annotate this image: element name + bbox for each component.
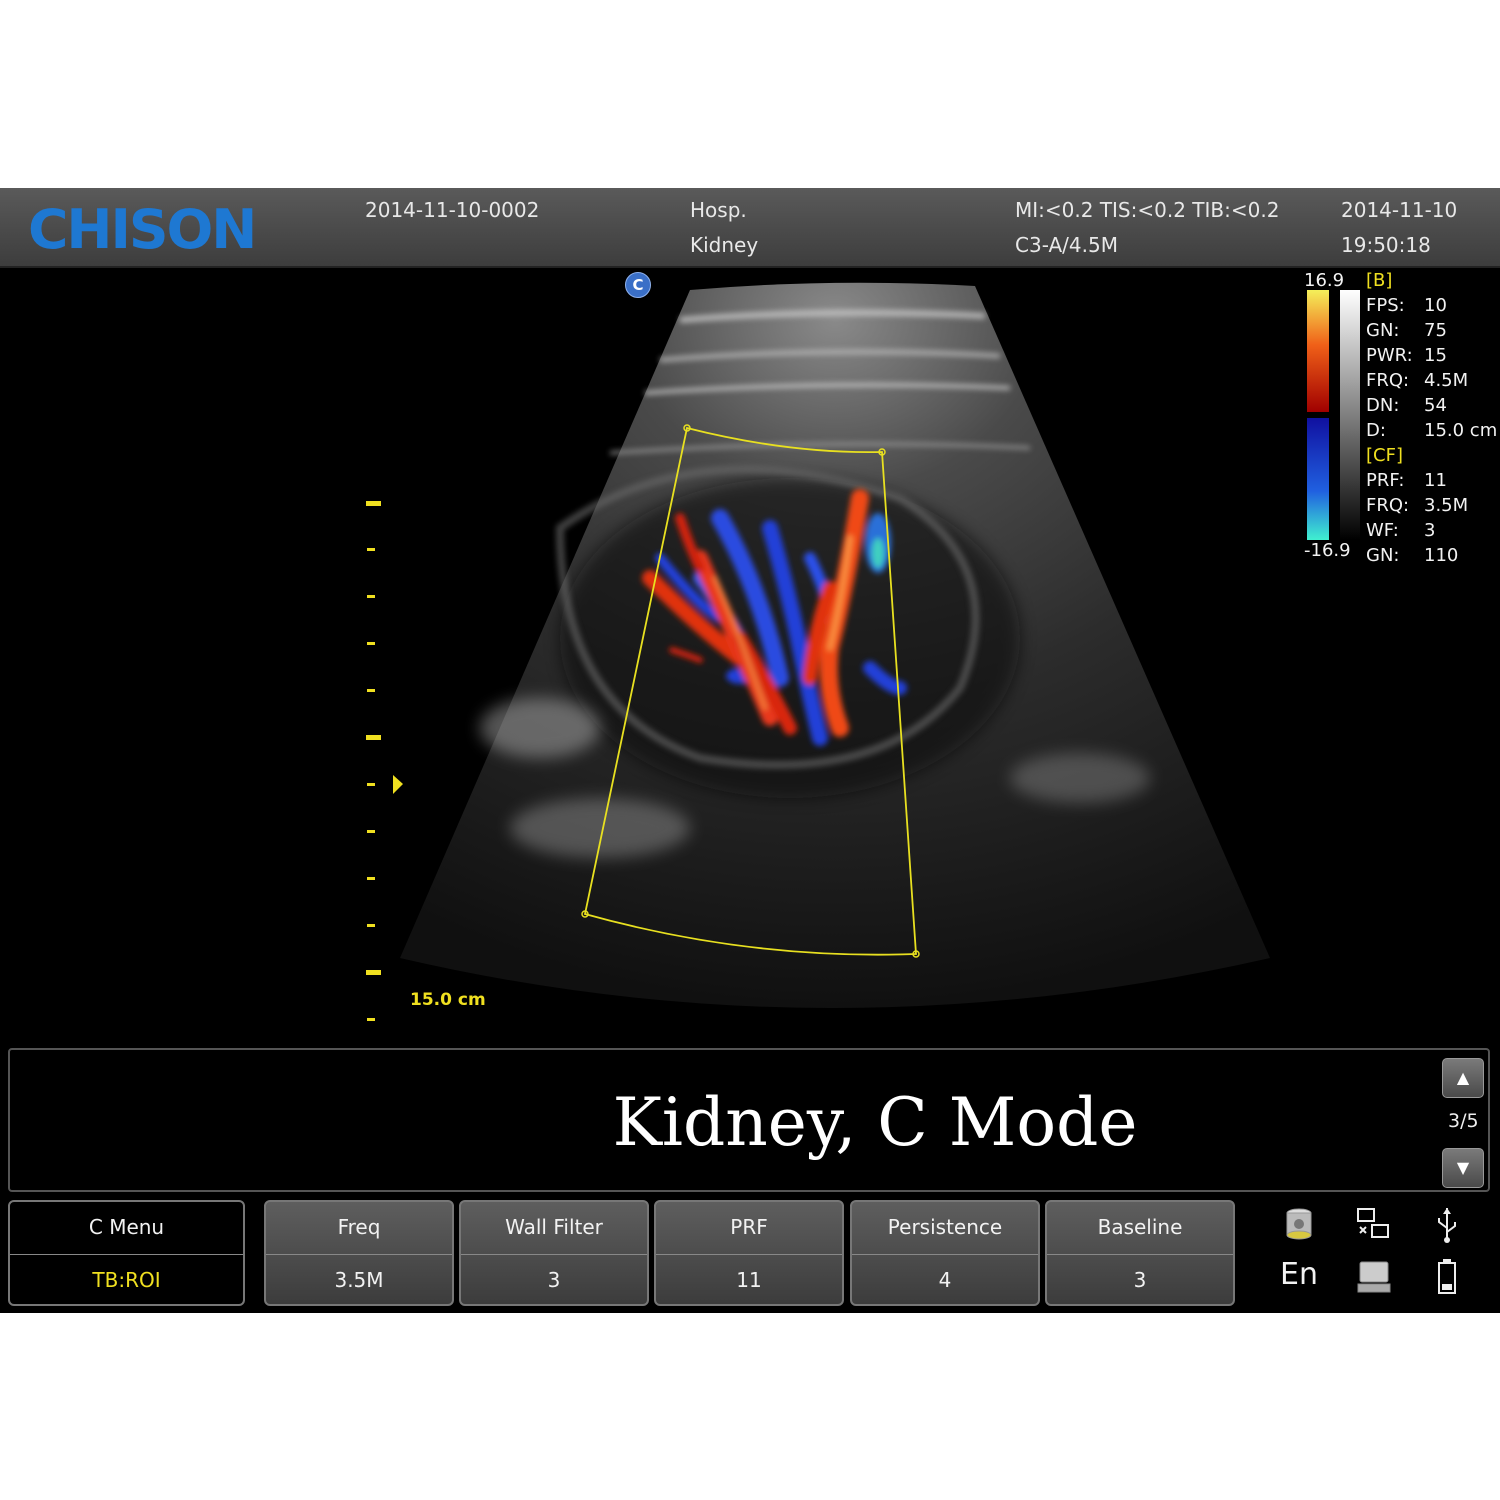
trackball-mode: TB:ROI xyxy=(92,1268,161,1292)
button-value: 11 xyxy=(736,1268,762,1292)
focus-marker-icon xyxy=(393,775,403,794)
param-value: 4.5M xyxy=(1424,370,1469,391)
param-label: PWR: xyxy=(1366,345,1413,366)
language-indicator[interactable]: En xyxy=(1280,1257,1318,1292)
param-label: FPS: xyxy=(1366,295,1405,316)
exam-type: Kidney xyxy=(690,233,759,257)
network-icon xyxy=(1357,1208,1389,1238)
menu-title: C Menu xyxy=(10,1202,243,1255)
param-label: D: xyxy=(1366,420,1386,441)
disk-icon xyxy=(1286,1208,1312,1240)
button-label: Wall Filter xyxy=(461,1202,647,1255)
usb-icon xyxy=(1438,1208,1456,1243)
button-label: Persistence xyxy=(852,1202,1038,1255)
probe-info: C3-A/4.5M xyxy=(1015,233,1118,257)
button-value: 3.5M xyxy=(334,1268,384,1292)
param-value: 75 xyxy=(1424,320,1447,341)
button-value: 3 xyxy=(1133,1268,1147,1292)
param-value: 15.0 cm xyxy=(1424,420,1498,441)
param-label: GN: xyxy=(1366,545,1400,566)
param-label: FRQ: xyxy=(1366,495,1410,516)
button-label: Freq xyxy=(266,1202,452,1255)
param-label: WF: xyxy=(1366,520,1399,541)
color-mode-badge-icon: C xyxy=(625,272,651,298)
brand-logo: CHISON xyxy=(28,198,257,261)
prf-button[interactable]: PRF 11 xyxy=(654,1200,844,1306)
button-label: Baseline xyxy=(1047,1202,1233,1255)
exam-time: 19:50:18 xyxy=(1341,233,1431,257)
gray-scale-bar xyxy=(1340,290,1360,540)
button-label: PRF xyxy=(656,1202,842,1255)
header-bar: CHISON 2014-11-10-0002 Hosp. Kidney MI:<… xyxy=(0,188,1500,268)
caption-bar: Kidney, C Mode ▲ 3/5 ▼ xyxy=(8,1048,1490,1192)
button-value: 4 xyxy=(938,1268,952,1292)
battery-icon xyxy=(1438,1259,1456,1294)
cf-mode-header: [CF] xyxy=(1366,445,1403,466)
depth-label: 15.0 cm xyxy=(410,990,486,1010)
param-label: DN: xyxy=(1366,395,1400,416)
baseline-button[interactable]: Baseline 3 xyxy=(1045,1200,1235,1306)
param-value: 54 xyxy=(1424,395,1447,416)
color-scale-negative xyxy=(1307,418,1329,540)
param-value: 3.5M xyxy=(1424,495,1469,516)
wall-filter-button[interactable]: Wall Filter 3 xyxy=(459,1200,649,1306)
param-value: 3 xyxy=(1424,520,1436,541)
color-scale-positive xyxy=(1307,290,1329,412)
page-down-button[interactable]: ▼ xyxy=(1442,1148,1484,1188)
ultrasound-screen: CHISON 2014-11-10-0002 Hosp. Kidney MI:<… xyxy=(0,188,1500,1313)
color-scale-min: -16.9 xyxy=(1304,540,1351,561)
hospital-name: Hosp. xyxy=(690,198,747,222)
triangle-down-icon: ▼ xyxy=(1456,1158,1470,1177)
param-value: 10 xyxy=(1424,295,1447,316)
b-mode-header: [B] xyxy=(1366,270,1393,291)
caption-text: Kidney, C Mode xyxy=(612,1084,1138,1161)
persistence-button[interactable]: Persistence 4 xyxy=(850,1200,1040,1306)
param-value: 11 xyxy=(1424,470,1447,491)
c-menu-panel[interactable]: C Menu TB:ROI xyxy=(8,1200,245,1306)
button-value: 3 xyxy=(547,1268,561,1292)
exam-date: 2014-11-10 xyxy=(1341,198,1458,222)
patient-id: 2014-11-10-0002 xyxy=(365,198,540,222)
param-value: 110 xyxy=(1424,545,1459,566)
safety-indices: MI:<0.2 TIS:<0.2 TIB:<0.2 xyxy=(1015,198,1280,222)
param-value: 15 xyxy=(1424,345,1447,366)
param-label: GN: xyxy=(1366,320,1400,341)
param-label: FRQ: xyxy=(1366,370,1410,391)
triangle-up-icon: ▲ xyxy=(1456,1068,1470,1087)
param-label: PRF: xyxy=(1366,470,1405,491)
monitor-icon xyxy=(1357,1261,1391,1293)
page-indicator: 3/5 xyxy=(1448,1110,1479,1132)
page-up-button[interactable]: ▲ xyxy=(1442,1058,1484,1098)
color-scale-max: 16.9 xyxy=(1304,270,1345,291)
freq-button[interactable]: Freq 3.5M xyxy=(264,1200,454,1306)
